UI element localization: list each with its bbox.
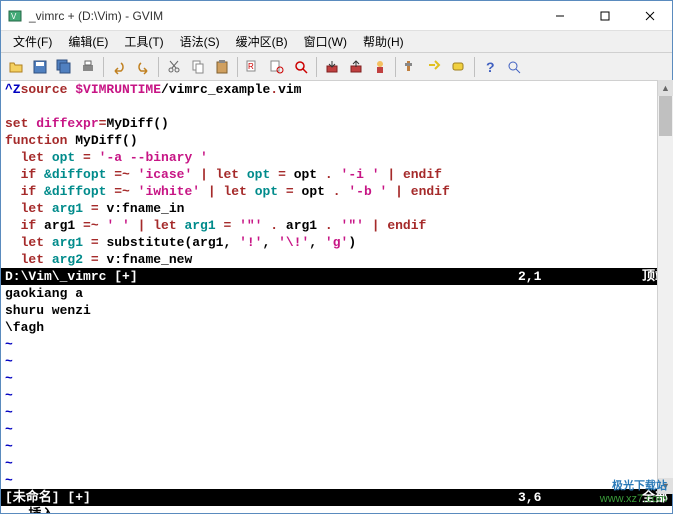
copy-button[interactable] — [187, 56, 209, 78]
menu-file[interactable]: 文件(F) — [5, 31, 60, 52]
separator — [474, 57, 475, 77]
tilde-line: ~ — [1, 404, 672, 421]
menu-buffers[interactable]: 缓冲区(B) — [228, 31, 296, 52]
status-bar-top: D:\Vim\_vimrc [+] 2,1 顶端 — [1, 268, 672, 285]
find-button[interactable] — [290, 56, 312, 78]
findhelp-button[interactable] — [503, 56, 525, 78]
undo-button[interactable] — [108, 56, 130, 78]
window-title: _vimrc + (D:\Vim) - GVIM — [29, 9, 537, 23]
code-line: if &diffopt =~ 'icase' | let opt = opt .… — [1, 166, 672, 183]
tilde-line: ~ — [1, 455, 672, 472]
scroll-thumb[interactable] — [659, 96, 672, 136]
editor-area[interactable]: ^Zsource $VIMRUNTIME/vimrc_example.vim s… — [1, 81, 672, 513]
code-line: if &diffopt =~ 'iwhite' | let opt = opt … — [1, 183, 672, 200]
menu-window[interactable]: 窗口(W) — [296, 31, 355, 52]
loadsess-button[interactable] — [321, 56, 343, 78]
status-filename: [未命名] [+] — [5, 489, 518, 506]
separator — [316, 57, 317, 77]
app-icon: V — [7, 8, 23, 24]
redo-button[interactable] — [132, 56, 154, 78]
code-line: set diffexpr=MyDiff() — [1, 115, 672, 132]
scroll-up-icon[interactable]: ▲ — [658, 80, 673, 96]
tilde-line: ~ — [1, 370, 672, 387]
findnext-button[interactable] — [266, 56, 288, 78]
svg-text:R: R — [248, 62, 254, 71]
svg-text:V: V — [11, 12, 17, 21]
savesess-button[interactable] — [345, 56, 367, 78]
save-button[interactable] — [29, 56, 51, 78]
code-line: let arg2 = v:fname_new — [1, 251, 672, 268]
command-line: -- 插入 -- — [1, 506, 672, 513]
cut-button[interactable] — [163, 56, 185, 78]
tilde-line: ~ — [1, 472, 672, 489]
script-button[interactable] — [369, 56, 391, 78]
svg-text:?: ? — [486, 59, 495, 75]
make-button[interactable] — [400, 56, 422, 78]
tilde-line: ~ — [1, 387, 672, 404]
status-position: 3,6 — [518, 489, 618, 506]
paste-button[interactable] — [211, 56, 233, 78]
vertical-scrollbar[interactable]: ▲ ▼ — [657, 80, 673, 494]
code-line: let opt = '-a --binary ' — [1, 149, 672, 166]
code-line: function MyDiff() — [1, 132, 672, 149]
separator — [237, 57, 238, 77]
status-bar-bottom: [未命名] [+] 3,6 全部 — [1, 489, 672, 506]
tilde-line: ~ — [1, 336, 672, 353]
titlebar[interactable]: V _vimrc + (D:\Vim) - GVIM — [1, 1, 672, 31]
tilde-line: ~ — [1, 353, 672, 370]
code-line — [1, 98, 672, 115]
separator — [158, 57, 159, 77]
separator — [395, 57, 396, 77]
maximize-button[interactable] — [582, 1, 627, 31]
status-filename: D:\Vim\_vimrc [+] — [5, 268, 518, 285]
toolbar: R ? — [1, 53, 672, 81]
menu-syntax[interactable]: 语法(S) — [172, 31, 228, 52]
shell-button[interactable] — [424, 56, 446, 78]
close-button[interactable] — [627, 1, 672, 31]
open-button[interactable] — [5, 56, 27, 78]
menu-help[interactable]: 帮助(H) — [355, 31, 412, 52]
code-line: let arg1 = v:fname_in — [1, 200, 672, 217]
menu-edit[interactable]: 编辑(E) — [60, 31, 116, 52]
tilde-line: ~ — [1, 421, 672, 438]
minimize-button[interactable] — [537, 1, 582, 31]
tags-button[interactable] — [448, 56, 470, 78]
saveall-button[interactable] — [53, 56, 75, 78]
app-window: V _vimrc + (D:\Vim) - GVIM 文件(F) 编辑(E) 工… — [0, 0, 673, 514]
buffer-line: \fagh — [1, 319, 672, 336]
replace-button[interactable]: R — [242, 56, 264, 78]
buffer-line: gaokiang a — [1, 285, 672, 302]
scroll-down-icon[interactable]: ▼ — [658, 478, 673, 494]
code-line: let arg1 = substitute(arg1, '!', '\!', '… — [1, 234, 672, 251]
status-position: 2,1 — [518, 268, 618, 285]
code-line: ^Zsource $VIMRUNTIME/vimrc_example.vim — [1, 81, 672, 98]
menu-tools[interactable]: 工具(T) — [116, 31, 171, 52]
buffer-line: shuru wenzi — [1, 302, 672, 319]
tilde-line: ~ — [1, 438, 672, 455]
window-controls — [537, 1, 672, 31]
menubar: 文件(F) 编辑(E) 工具(T) 语法(S) 缓冲区(B) 窗口(W) 帮助(… — [1, 31, 672, 53]
code-line: if arg1 =~ ' ' | let arg1 = '"' . arg1 .… — [1, 217, 672, 234]
print-button[interactable] — [77, 56, 99, 78]
help-button[interactable]: ? — [479, 56, 501, 78]
separator — [103, 57, 104, 77]
